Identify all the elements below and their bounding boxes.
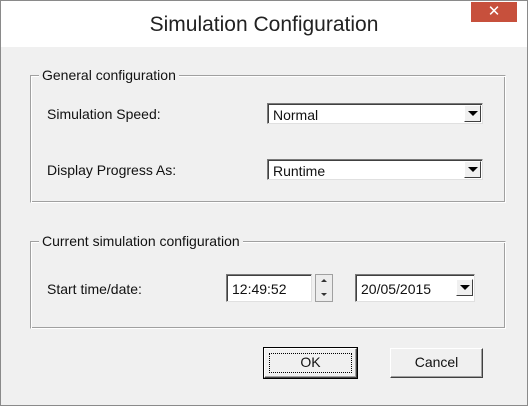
chevron-down-icon[interactable] [456,279,473,296]
spin-up-icon[interactable] [316,275,332,289]
general-config-legend: General configuration [39,67,179,83]
close-icon: ✕ [487,3,501,20]
simulation-speed-value: Normal [273,107,319,123]
time-spinner[interactable] [315,274,333,302]
title-bar[interactable]: Simulation Configuration ✕ [1,1,527,47]
display-progress-value: Runtime [273,163,326,179]
start-time-date-label: Start time/date: [47,281,142,297]
chevron-down-icon[interactable] [464,161,481,178]
current-config-legend: Current simulation configuration [39,233,243,249]
display-progress-label: Display Progress As: [47,162,177,178]
ok-button[interactable]: OK [263,347,358,379]
simulation-speed-select[interactable]: Normal [267,103,483,124]
start-time-value: 12:49:52 [232,281,287,297]
start-date-value: 20/05/2015 [361,281,432,297]
display-progress-select[interactable]: Runtime [267,159,483,180]
dialog-window: Simulation Configuration ✕ General confi… [0,0,528,406]
chevron-down-icon[interactable] [464,105,481,122]
dialog-client-area: General configuration Simulation Speed: … [9,47,519,397]
close-button[interactable]: ✕ [471,2,517,22]
cancel-button-label: Cancel [414,354,459,370]
window-title: Simulation Configuration [149,13,379,36]
cancel-button[interactable]: Cancel [390,348,483,378]
simulation-speed-label: Simulation Speed: [47,106,161,122]
start-time-input[interactable]: 12:49:52 [226,274,312,302]
general-config-group: General configuration [30,67,506,203]
start-date-picker[interactable]: 20/05/2015 [355,274,475,302]
spin-down-icon[interactable] [316,288,332,301]
focus-ring [269,353,352,373]
